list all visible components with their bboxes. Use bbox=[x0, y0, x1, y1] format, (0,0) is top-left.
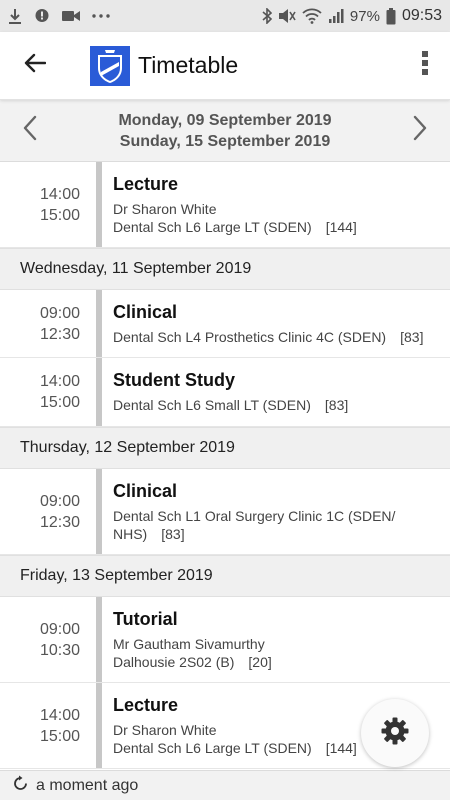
download-icon bbox=[8, 8, 22, 24]
battery-icon bbox=[386, 7, 396, 25]
event-location: Dental Sch L4 Prosthetics Clinic 4C (SDE… bbox=[113, 328, 442, 346]
event-start-time: 09:00 bbox=[39, 492, 80, 510]
wifi-icon bbox=[302, 8, 322, 24]
day-header: Wednesday, 11 September 2019 bbox=[0, 248, 450, 290]
settings-gear-icon bbox=[380, 716, 410, 751]
event-times: 09:00 12:30 bbox=[0, 290, 96, 357]
location-text: NHS) bbox=[113, 526, 148, 542]
room-capacity: [83] bbox=[324, 397, 349, 413]
event-details: Clinical Dental Sch L4 Prosthetics Clini… bbox=[102, 290, 450, 357]
last-updated-bar: a moment ago bbox=[0, 770, 450, 800]
next-week-button[interactable] bbox=[390, 100, 450, 162]
event-location: Dalhousie 2S02 (B) [20] bbox=[113, 653, 442, 671]
event-end-time: 12:30 bbox=[39, 513, 80, 531]
day-header: Friday, 13 September 2019 bbox=[0, 555, 450, 597]
range-start: Monday, 09 September 2019 bbox=[118, 111, 332, 129]
event-end-time: 15:00 bbox=[39, 727, 80, 745]
overflow-menu-icon bbox=[421, 50, 429, 81]
last-updated-text: a moment ago bbox=[36, 776, 139, 794]
room-capacity: [144] bbox=[325, 740, 357, 756]
range-end: Sunday, 15 September 2019 bbox=[119, 132, 331, 150]
location-text: Dalhousie 2S02 (B) bbox=[113, 654, 235, 670]
event-end-time: 15:00 bbox=[39, 394, 80, 411]
event-end-time: 12:30 bbox=[39, 325, 80, 343]
overflow-menu-button[interactable] bbox=[400, 32, 450, 100]
event-end-time: 10:30 bbox=[39, 641, 80, 659]
event-title: Lecture bbox=[113, 174, 179, 194]
video-icon bbox=[62, 10, 80, 22]
event-times: 14:00 15:00 bbox=[0, 683, 96, 768]
event-title: Clinical bbox=[113, 481, 178, 501]
room-capacity: [20] bbox=[248, 654, 272, 670]
bluetooth-icon bbox=[262, 8, 272, 24]
date-range: Monday, 09 September 2019 Sunday, 15 Sep… bbox=[118, 110, 331, 152]
location-text: Dental Sch L4 Prosthetics Clinic 4C (SDE… bbox=[113, 329, 387, 345]
more-dots-icon bbox=[92, 14, 110, 18]
room-capacity: [83] bbox=[400, 329, 424, 345]
event-item[interactable]: 14:00 15:00 Lecture Dr Sharon White Dent… bbox=[0, 162, 450, 248]
event-location: Dental Sch L6 Small LT (SDEN) [83] bbox=[113, 396, 442, 414]
event-start-time: 14:00 bbox=[39, 373, 80, 390]
event-item[interactable]: 09:00 10:30 Tutorial Mr Gautham Sivamurt… bbox=[0, 597, 450, 683]
mute-icon bbox=[278, 8, 296, 24]
event-title: Tutorial bbox=[113, 609, 178, 629]
event-times: 09:00 10:30 bbox=[0, 597, 96, 682]
chat-icon bbox=[34, 8, 50, 24]
event-location: Dental Sch L6 Large LT (SDEN) [144] bbox=[113, 218, 442, 236]
event-title: Student Study bbox=[113, 370, 235, 390]
university-logo bbox=[90, 45, 130, 86]
event-times: 14:00 15:00 bbox=[0, 162, 96, 247]
settings-button[interactable] bbox=[361, 699, 429, 767]
timetable-list[interactable]: 14:00 15:00 Lecture Dr Sharon White Dent… bbox=[0, 162, 450, 770]
clock: 09:53 bbox=[401, 7, 442, 24]
app-bar: Timetable bbox=[0, 32, 450, 100]
event-location-line-2: NHS) [83] bbox=[113, 525, 442, 543]
signal-icon bbox=[328, 8, 344, 24]
event-start-time: 14:00 bbox=[39, 185, 80, 203]
chevron-right-icon bbox=[413, 115, 427, 146]
day-header: Thursday, 12 September 2019 bbox=[0, 427, 450, 469]
event-title: Clinical bbox=[113, 302, 178, 322]
battery-level: 97% bbox=[349, 7, 380, 25]
event-times: 14:00 15:00 bbox=[0, 358, 96, 426]
event-staff: Mr Gautham Sivamurthy bbox=[113, 636, 265, 652]
event-times: 09:00 12:30 bbox=[0, 469, 96, 554]
event-location-line-1: Dental Sch L1 Oral Surgery Clinic 1C (SD… bbox=[113, 508, 396, 524]
event-start-time: 14:00 bbox=[39, 706, 80, 724]
location-text: Dental Sch L6 Large LT (SDEN) bbox=[113, 219, 312, 235]
previous-week-button[interactable] bbox=[0, 100, 60, 162]
event-item[interactable]: 09:00 12:30 Clinical Dental Sch L1 Oral … bbox=[0, 469, 450, 555]
status-bar: 97% 09:53 bbox=[0, 0, 450, 32]
event-staff: Dr Sharon White bbox=[113, 201, 217, 217]
chevron-left-icon bbox=[23, 115, 37, 146]
location-text: Dental Sch L6 Small LT (SDEN) bbox=[113, 397, 311, 413]
event-details: Lecture Dr Sharon White Dental Sch L6 La… bbox=[102, 162, 450, 247]
event-item[interactable]: 14:00 15:00 Student Study Dental Sch L6 … bbox=[0, 358, 450, 427]
event-start-time: 09:00 bbox=[39, 304, 80, 322]
event-details: Tutorial Mr Gautham Sivamurthy Dalhousie… bbox=[102, 597, 450, 682]
event-end-time: 15:00 bbox=[39, 206, 80, 224]
room-capacity: [83] bbox=[161, 526, 185, 542]
location-text: Dental Sch L6 Large LT (SDEN) bbox=[113, 740, 312, 756]
back-arrow-icon bbox=[24, 53, 47, 78]
back-button[interactable] bbox=[0, 32, 70, 100]
event-start-time: 09:00 bbox=[39, 620, 80, 638]
event-details: Clinical Dental Sch L1 Oral Surgery Clin… bbox=[102, 469, 450, 554]
event-details: Student Study Dental Sch L6 Small LT (SD… bbox=[102, 358, 450, 426]
date-range-bar: Monday, 09 September 2019 Sunday, 15 Sep… bbox=[0, 100, 450, 162]
room-capacity: [144] bbox=[325, 219, 357, 235]
refresh-icon[interactable] bbox=[12, 775, 29, 797]
page-title: Timetable bbox=[138, 52, 239, 78]
event-item[interactable]: 09:00 12:30 Clinical Dental Sch L4 Prost… bbox=[0, 290, 450, 358]
